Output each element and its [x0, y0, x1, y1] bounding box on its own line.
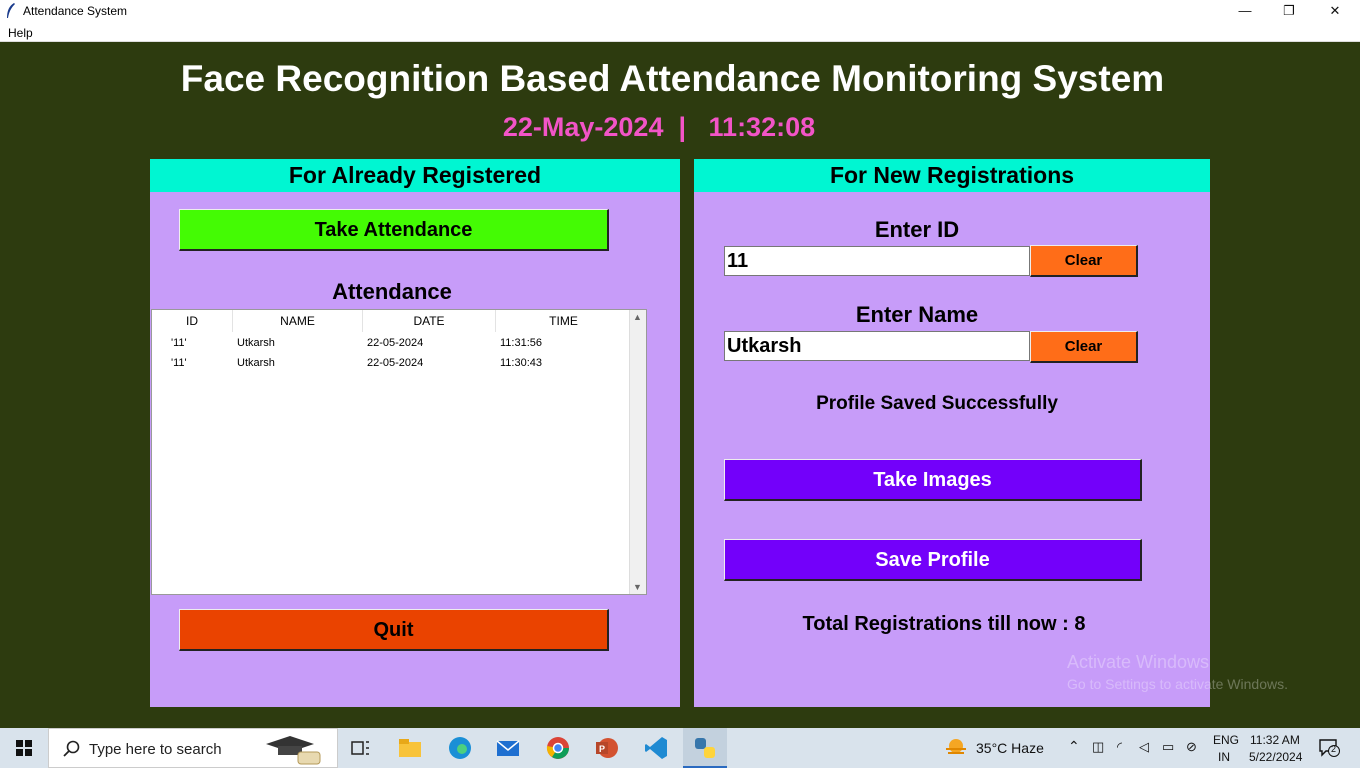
weather-haze-icon[interactable]: [944, 737, 968, 759]
column-header-id[interactable]: ID: [152, 310, 233, 332]
chevron-up-icon[interactable]: ⌃: [1068, 738, 1080, 755]
window-title: Attendance System: [23, 4, 128, 18]
table-header: ID NAME DATE TIME: [152, 310, 631, 332]
mail-icon[interactable]: [494, 734, 522, 762]
clock-time[interactable]: 11:32 AM: [1250, 733, 1300, 747]
network-off-icon[interactable]: ⊘: [1186, 739, 1197, 755]
enter-id-label: Enter ID: [874, 217, 960, 242]
meet-now-icon[interactable]: ◫: [1092, 739, 1104, 755]
id-input[interactable]: 11: [724, 246, 1030, 276]
cell-id: '11': [171, 337, 187, 349]
total-registrations: Total Registrations till now : 8: [802, 613, 1086, 635]
task-view-icon[interactable]: [346, 734, 374, 762]
new-registration-panel-heading: For New Registrations: [694, 159, 1210, 192]
attendance-table[interactable]: ID NAME DATE TIME '11' Utkarsh 22-05-202…: [151, 309, 647, 595]
table-row[interactable]: '11' Utkarsh 22-05-2024 11:31:56: [152, 335, 631, 355]
python-icon: [695, 738, 715, 758]
scroll-down-icon[interactable]: ▼: [633, 582, 642, 592]
activate-windows-subtitle: Go to Settings to activate Windows.: [1067, 676, 1288, 692]
column-header-date[interactable]: DATE: [363, 310, 496, 332]
cell-id: '11': [171, 357, 187, 369]
clock-date[interactable]: 5/22/2024: [1249, 750, 1302, 764]
table-row[interactable]: '11' Utkarsh 22-05-2024 11:30:43: [152, 355, 631, 375]
edge-icon[interactable]: [446, 734, 474, 762]
battery-icon[interactable]: ▭: [1162, 739, 1174, 755]
enter-name-label: Enter Name: [855, 302, 979, 327]
attendance-label: Attendance: [332, 279, 452, 304]
clear-id-button[interactable]: Clear: [1030, 245, 1138, 277]
taskbar: Type here to search P 35°C Haze ⌃ ◫ ◜ ◁ …: [0, 728, 1360, 768]
quit-button[interactable]: Quit: [179, 609, 609, 651]
new-registration-panel: For New Registrations Enter ID 11 Clear …: [694, 159, 1210, 707]
save-profile-button[interactable]: Save Profile: [724, 539, 1142, 581]
wifi-icon[interactable]: ◜: [1117, 739, 1122, 755]
cell-name: Utkarsh: [237, 357, 275, 369]
app-main: Face Recognition Based Attendance Monito…: [0, 42, 1360, 728]
file-explorer-icon[interactable]: [396, 734, 424, 762]
vscode-icon[interactable]: [642, 734, 670, 762]
clear-name-button[interactable]: Clear: [1030, 331, 1138, 363]
table-scrollbar[interactable]: ▲ ▼: [629, 310, 646, 594]
close-button[interactable]: ✕: [1312, 0, 1358, 24]
svg-text:P: P: [599, 744, 605, 754]
activate-windows-title: Activate Windows: [1067, 652, 1210, 672]
registered-panel-heading: For Already Registered: [150, 159, 680, 192]
registered-panel: For Already Registered Take Attendance A…: [150, 159, 680, 707]
notification-icon[interactable]: [1318, 738, 1340, 758]
cell-time: 11:30:43: [500, 357, 543, 369]
cell-date: 22-05-2024: [367, 337, 424, 349]
notification-count: 2: [1331, 744, 1337, 754]
scroll-up-icon[interactable]: ▲: [633, 312, 642, 322]
tk-feather-icon: [7, 3, 15, 18]
cell-name: Utkarsh: [237, 337, 275, 349]
window-titlebar: Attendance System — ❐ ✕: [0, 0, 1360, 24]
windows-start-icon[interactable]: [16, 740, 32, 756]
graduation-cap-icon: [266, 736, 321, 765]
column-header-time[interactable]: TIME: [496, 310, 631, 332]
weather-text[interactable]: 35°C Haze: [976, 740, 1044, 756]
name-input[interactable]: Utkarsh: [724, 331, 1030, 361]
chrome-icon[interactable]: [544, 734, 572, 762]
minimize-button[interactable]: —: [1222, 0, 1268, 24]
cell-date: 22-05-2024: [367, 357, 424, 369]
take-images-button[interactable]: Take Images: [724, 459, 1142, 501]
menu-help[interactable]: Help: [8, 26, 33, 40]
status-message: Profile Saved Successfully: [816, 393, 1058, 414]
column-header-name[interactable]: NAME: [233, 310, 363, 332]
date-time-display: 22-May-2024 | 11:32:08: [502, 112, 816, 142]
search-icon: [63, 740, 80, 757]
search-placeholder: Type here to search: [89, 741, 222, 758]
volume-icon[interactable]: ◁: [1139, 739, 1149, 755]
powerpoint-icon[interactable]: P: [593, 734, 621, 762]
taskbar-search[interactable]: Type here to search: [48, 728, 338, 768]
cell-time: 11:31:56: [500, 337, 543, 349]
menu-bar: Help: [0, 24, 1360, 42]
page-title: Face Recognition Based Attendance Monito…: [180, 58, 1165, 99]
language-code[interactable]: ENG: [1213, 733, 1239, 747]
restore-button[interactable]: ❐: [1266, 0, 1312, 24]
take-attendance-button[interactable]: Take Attendance: [179, 209, 609, 251]
python-app-taskbar-item[interactable]: [683, 728, 727, 768]
language-region[interactable]: IN: [1218, 750, 1230, 764]
